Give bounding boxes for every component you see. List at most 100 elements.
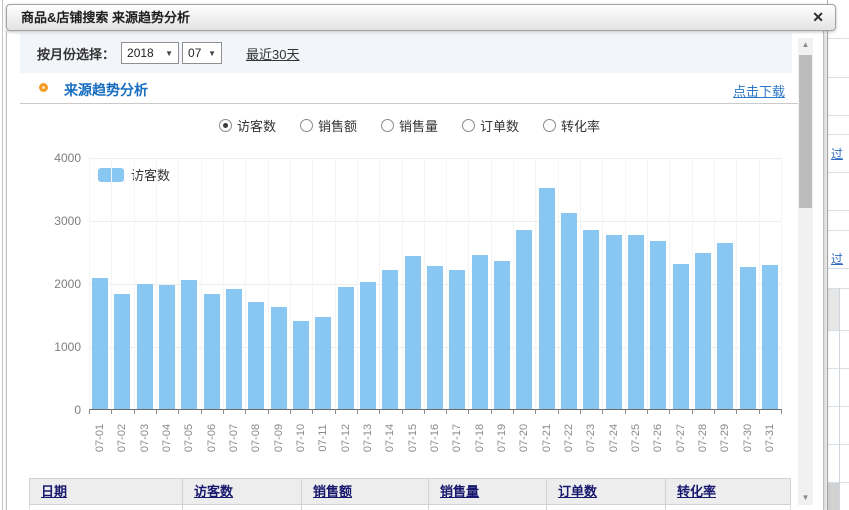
table-sort-link-销售额[interactable]: 销售额 xyxy=(313,484,352,499)
bar-slot xyxy=(268,158,290,409)
bar-slot xyxy=(603,158,625,409)
background-partial-link[interactable]: 过 xyxy=(831,145,843,162)
bar-07-22[interactable] xyxy=(561,213,577,409)
bar-07-03[interactable] xyxy=(137,284,153,409)
bar-slot xyxy=(558,158,580,409)
bar-07-07[interactable] xyxy=(226,289,242,409)
recent-30-days-link[interactable]: 最近30天 xyxy=(246,44,299,63)
bar-slot xyxy=(201,158,223,409)
bar-slot xyxy=(402,158,424,409)
x-label-cell: 07-22 xyxy=(558,412,580,464)
background-row-divider xyxy=(828,115,849,116)
x-label-cell: 07-20 xyxy=(513,412,535,464)
table-sort-link-销售量[interactable]: 销售量 xyxy=(440,484,479,499)
x-tick-label: 07-16 xyxy=(429,424,441,452)
radio-option-访客数[interactable]: 访客数 xyxy=(219,116,276,135)
bar-07-16[interactable] xyxy=(427,266,443,409)
bar-slot xyxy=(424,158,446,409)
bar-slot xyxy=(156,158,178,409)
table-cell-empty xyxy=(301,505,428,510)
x-tick-label: 07-11 xyxy=(317,424,329,451)
radio-option-销售量[interactable]: 销售量 xyxy=(381,116,438,135)
bar-slot xyxy=(759,158,781,409)
year-select[interactable]: 2018 ▼ xyxy=(121,42,179,64)
table-sort-link-转化率[interactable]: 转化率 xyxy=(677,484,716,499)
bar-07-15[interactable] xyxy=(405,256,421,409)
chevron-down-icon: ▼ xyxy=(165,49,173,58)
bar-07-04[interactable] xyxy=(159,285,175,409)
table-header-销售额: 销售额 xyxy=(301,479,428,504)
bar-07-25[interactable] xyxy=(628,235,644,409)
x-tick-label: 07-28 xyxy=(697,424,709,452)
bar-07-28[interactable] xyxy=(695,253,711,409)
x-label-cell: 07-30 xyxy=(737,412,759,464)
background-page-table-strip: 过 过 xyxy=(827,0,849,510)
background-partial-link[interactable]: 过 xyxy=(831,250,843,267)
x-label-cell: 07-12 xyxy=(335,412,357,464)
x-tick-label: 07-09 xyxy=(273,424,285,452)
section-title: 来源趋势分析 xyxy=(64,80,148,100)
background-gray-cell xyxy=(828,289,839,330)
radio-selected-icon[interactable] xyxy=(219,119,232,132)
table-sort-link-访客数[interactable]: 访客数 xyxy=(194,484,233,499)
x-tick-label: 07-10 xyxy=(295,424,307,452)
bar-07-23[interactable] xyxy=(583,230,599,409)
bar-07-31[interactable] xyxy=(762,265,778,409)
bar-07-20[interactable] xyxy=(516,230,532,409)
month-select[interactable]: 07 ▼ xyxy=(182,42,222,64)
bar-07-14[interactable] xyxy=(382,270,398,409)
bar-slot xyxy=(290,158,312,409)
radio-unselected-icon[interactable] xyxy=(381,119,394,132)
scroll-up-icon[interactable]: ▲ xyxy=(798,38,813,52)
bar-07-24[interactable] xyxy=(606,235,622,409)
bullet-circle-icon xyxy=(39,83,48,92)
radio-label: 转化率 xyxy=(561,116,600,135)
vertical-scrollbar[interactable]: ▲ ▼ xyxy=(798,38,813,505)
x-label-cell: 07-18 xyxy=(469,412,491,464)
bar-07-02[interactable] xyxy=(114,294,130,409)
background-row-divider xyxy=(828,268,849,269)
bar-07-12[interactable] xyxy=(338,287,354,409)
radio-option-转化率[interactable]: 转化率 xyxy=(543,116,600,135)
data-table: 日期 访客数 销售额 销售量 订单数 转化率 xyxy=(29,478,791,510)
scroll-down-icon[interactable]: ▼ xyxy=(798,491,813,505)
table-sort-link-日期[interactable]: 日期 xyxy=(41,484,67,499)
bar-07-06[interactable] xyxy=(204,294,220,409)
radio-option-订单数[interactable]: 订单数 xyxy=(462,116,519,135)
bar-slot xyxy=(714,158,736,409)
bar-07-01[interactable] xyxy=(92,278,108,409)
download-link[interactable]: 点击下载 xyxy=(733,81,785,100)
background-row-divider xyxy=(828,38,849,39)
background-row-divider xyxy=(828,210,849,211)
bar-07-13[interactable] xyxy=(360,282,376,409)
bar-07-30[interactable] xyxy=(740,267,756,409)
month-filter-bar: 按月份选择： 2018 ▼ 07 ▼ 最近30天 xyxy=(20,33,792,73)
scrollbar-thumb[interactable] xyxy=(799,55,812,208)
bar-07-29[interactable] xyxy=(717,243,733,409)
bar-07-26[interactable] xyxy=(650,241,666,409)
bar-07-05[interactable] xyxy=(181,280,197,409)
x-tick-label: 07-27 xyxy=(675,424,687,452)
bar-07-11[interactable] xyxy=(315,317,331,409)
radio-unselected-icon[interactable] xyxy=(300,119,313,132)
radio-unselected-icon[interactable] xyxy=(462,119,475,132)
x-tick-label: 07-04 xyxy=(161,424,173,452)
bar-07-18[interactable] xyxy=(472,255,488,409)
radio-unselected-icon[interactable] xyxy=(543,119,556,132)
table-cell-empty xyxy=(428,505,546,510)
x-label-cell: 07-01 xyxy=(89,412,111,464)
x-tick-label: 07-07 xyxy=(228,424,240,452)
bar-slot xyxy=(737,158,759,409)
bar-07-10[interactable] xyxy=(293,321,309,409)
bar-07-27[interactable] xyxy=(673,264,689,409)
bar-07-09[interactable] xyxy=(271,307,287,409)
bar-07-21[interactable] xyxy=(539,188,555,409)
table-sort-link-订单数[interactable]: 订单数 xyxy=(558,484,597,499)
bar-07-08[interactable] xyxy=(248,302,264,409)
close-icon[interactable]: ✕ xyxy=(812,5,824,30)
radio-option-销售额[interactable]: 销售额 xyxy=(300,116,357,135)
bar-07-19[interactable] xyxy=(494,261,510,409)
background-row-divider xyxy=(828,172,849,173)
bar-07-17[interactable] xyxy=(449,270,465,409)
x-tick-label: 07-25 xyxy=(630,424,642,452)
